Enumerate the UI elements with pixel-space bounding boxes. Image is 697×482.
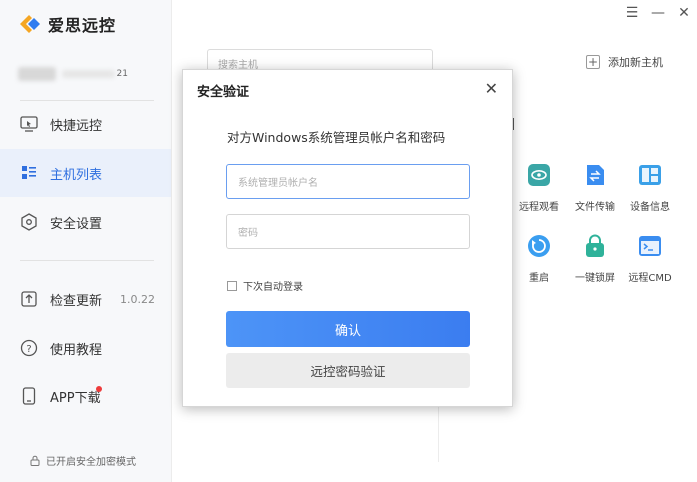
account-name-blurred xyxy=(62,70,115,78)
username-placeholder: 系统管理员帐户名 xyxy=(238,178,318,189)
username-input[interactable]: 系统管理员帐户名 xyxy=(226,164,470,199)
action-restart[interactable]: 重启 xyxy=(512,234,566,284)
lock-icon xyxy=(586,234,604,257)
minimize-button[interactable]: — xyxy=(645,4,671,22)
svg-text:?: ? xyxy=(26,344,31,355)
sidebar-divider xyxy=(20,260,154,261)
add-host-button[interactable]: + 添加新主机 xyxy=(586,54,663,70)
action-label: 远程观看 xyxy=(519,202,559,213)
eye-icon xyxy=(528,164,550,186)
account-avatar-blurred xyxy=(18,67,57,81)
device-info-icon xyxy=(639,165,661,185)
notification-dot xyxy=(96,386,102,392)
version-number: 1.0.22 xyxy=(120,292,155,306)
app-name: 爱思远控 xyxy=(48,16,117,35)
confirm-button[interactable]: 确认 xyxy=(226,311,470,347)
account-suffix: 21 xyxy=(116,69,128,79)
account-info: 21 xyxy=(18,64,128,84)
sidebar: 爱思远控 21 快捷远控 主机列表 安全设置 检查更新 1.0.22 ? 使用教… xyxy=(0,0,172,482)
action-lock-screen[interactable]: 一键锁屏 xyxy=(568,234,622,284)
action-label: 远程CMD xyxy=(628,273,672,284)
sidebar-item-label: 快捷远控 xyxy=(50,118,103,134)
password-input[interactable]: 密码 xyxy=(226,214,470,249)
add-host-label: 添加新主机 xyxy=(608,56,663,69)
action-label: 文件传输 xyxy=(575,202,615,213)
password-placeholder: 密码 xyxy=(238,228,258,239)
security-verification-dialog: 安全验证 ✕ 对方Windows系统管理员帐户名和密码 系统管理员帐户名 密码 … xyxy=(182,69,513,407)
auto-login-checkbox[interactable] xyxy=(227,280,237,291)
phone-icon xyxy=(20,387,38,405)
sidebar-item-host-list[interactable]: 主机列表 xyxy=(0,149,171,197)
action-remote-view[interactable]: 远程观看 xyxy=(512,163,566,213)
remote-password-verify-button[interactable]: 远控密码验证 xyxy=(226,353,470,388)
menu-button[interactable]: ☰ xyxy=(619,4,645,22)
sidebar-item-label: APP下载 xyxy=(50,390,101,406)
secure-mode-text: 已开启安全加密模式 xyxy=(46,457,136,468)
lock-icon xyxy=(30,455,40,466)
sidebar-item-quick-remote[interactable]: 快捷远控 xyxy=(0,100,171,148)
secure-mode-status: 已开启安全加密模式 xyxy=(30,453,136,468)
shield-icon xyxy=(20,213,38,231)
host-list-icon xyxy=(20,164,38,182)
sidebar-item-label: 安全设置 xyxy=(50,216,103,232)
restart-icon xyxy=(528,235,550,257)
dialog-title: 安全验证 xyxy=(197,85,250,100)
remote-screen-icon xyxy=(20,115,38,133)
action-file-transfer[interactable]: 文件传输 xyxy=(568,163,622,213)
close-window-button[interactable]: ✕ xyxy=(671,4,697,22)
sidebar-item-security[interactable]: 安全设置 xyxy=(0,198,171,246)
auto-login-option[interactable]: 下次自动登录 xyxy=(227,278,303,293)
sidebar-item-tutorial[interactable]: ? 使用教程 xyxy=(0,324,171,372)
logo-icon xyxy=(20,15,40,33)
sidebar-item-label: 主机列表 xyxy=(50,167,103,183)
action-label: 重启 xyxy=(529,273,549,284)
upload-icon xyxy=(20,290,38,308)
action-device-info[interactable]: 设备信息 xyxy=(623,163,677,213)
close-icon[interactable]: ✕ xyxy=(485,79,498,98)
sidebar-item-label: 使用教程 xyxy=(50,342,103,358)
dialog-description: 对方Windows系统管理员帐户名和密码 xyxy=(227,130,446,145)
app-logo: 爱思远控 xyxy=(18,12,116,36)
cmd-icon xyxy=(639,236,661,256)
action-label: 一键锁屏 xyxy=(575,273,615,284)
sidebar-item-check-update[interactable]: 检查更新 1.0.22 xyxy=(0,275,171,323)
help-icon: ? xyxy=(20,339,38,357)
file-transfer-icon xyxy=(587,165,604,185)
action-remote-cmd[interactable]: 远程CMD xyxy=(623,234,677,284)
sidebar-item-app-download[interactable]: APP下载 xyxy=(0,372,171,420)
action-label: 设备信息 xyxy=(630,202,670,213)
auto-login-label: 下次自动登录 xyxy=(243,282,303,293)
window-controls: ☰ — ✕ xyxy=(619,4,697,22)
plus-icon: + xyxy=(586,55,600,69)
sidebar-item-label: 检查更新 xyxy=(50,293,103,309)
